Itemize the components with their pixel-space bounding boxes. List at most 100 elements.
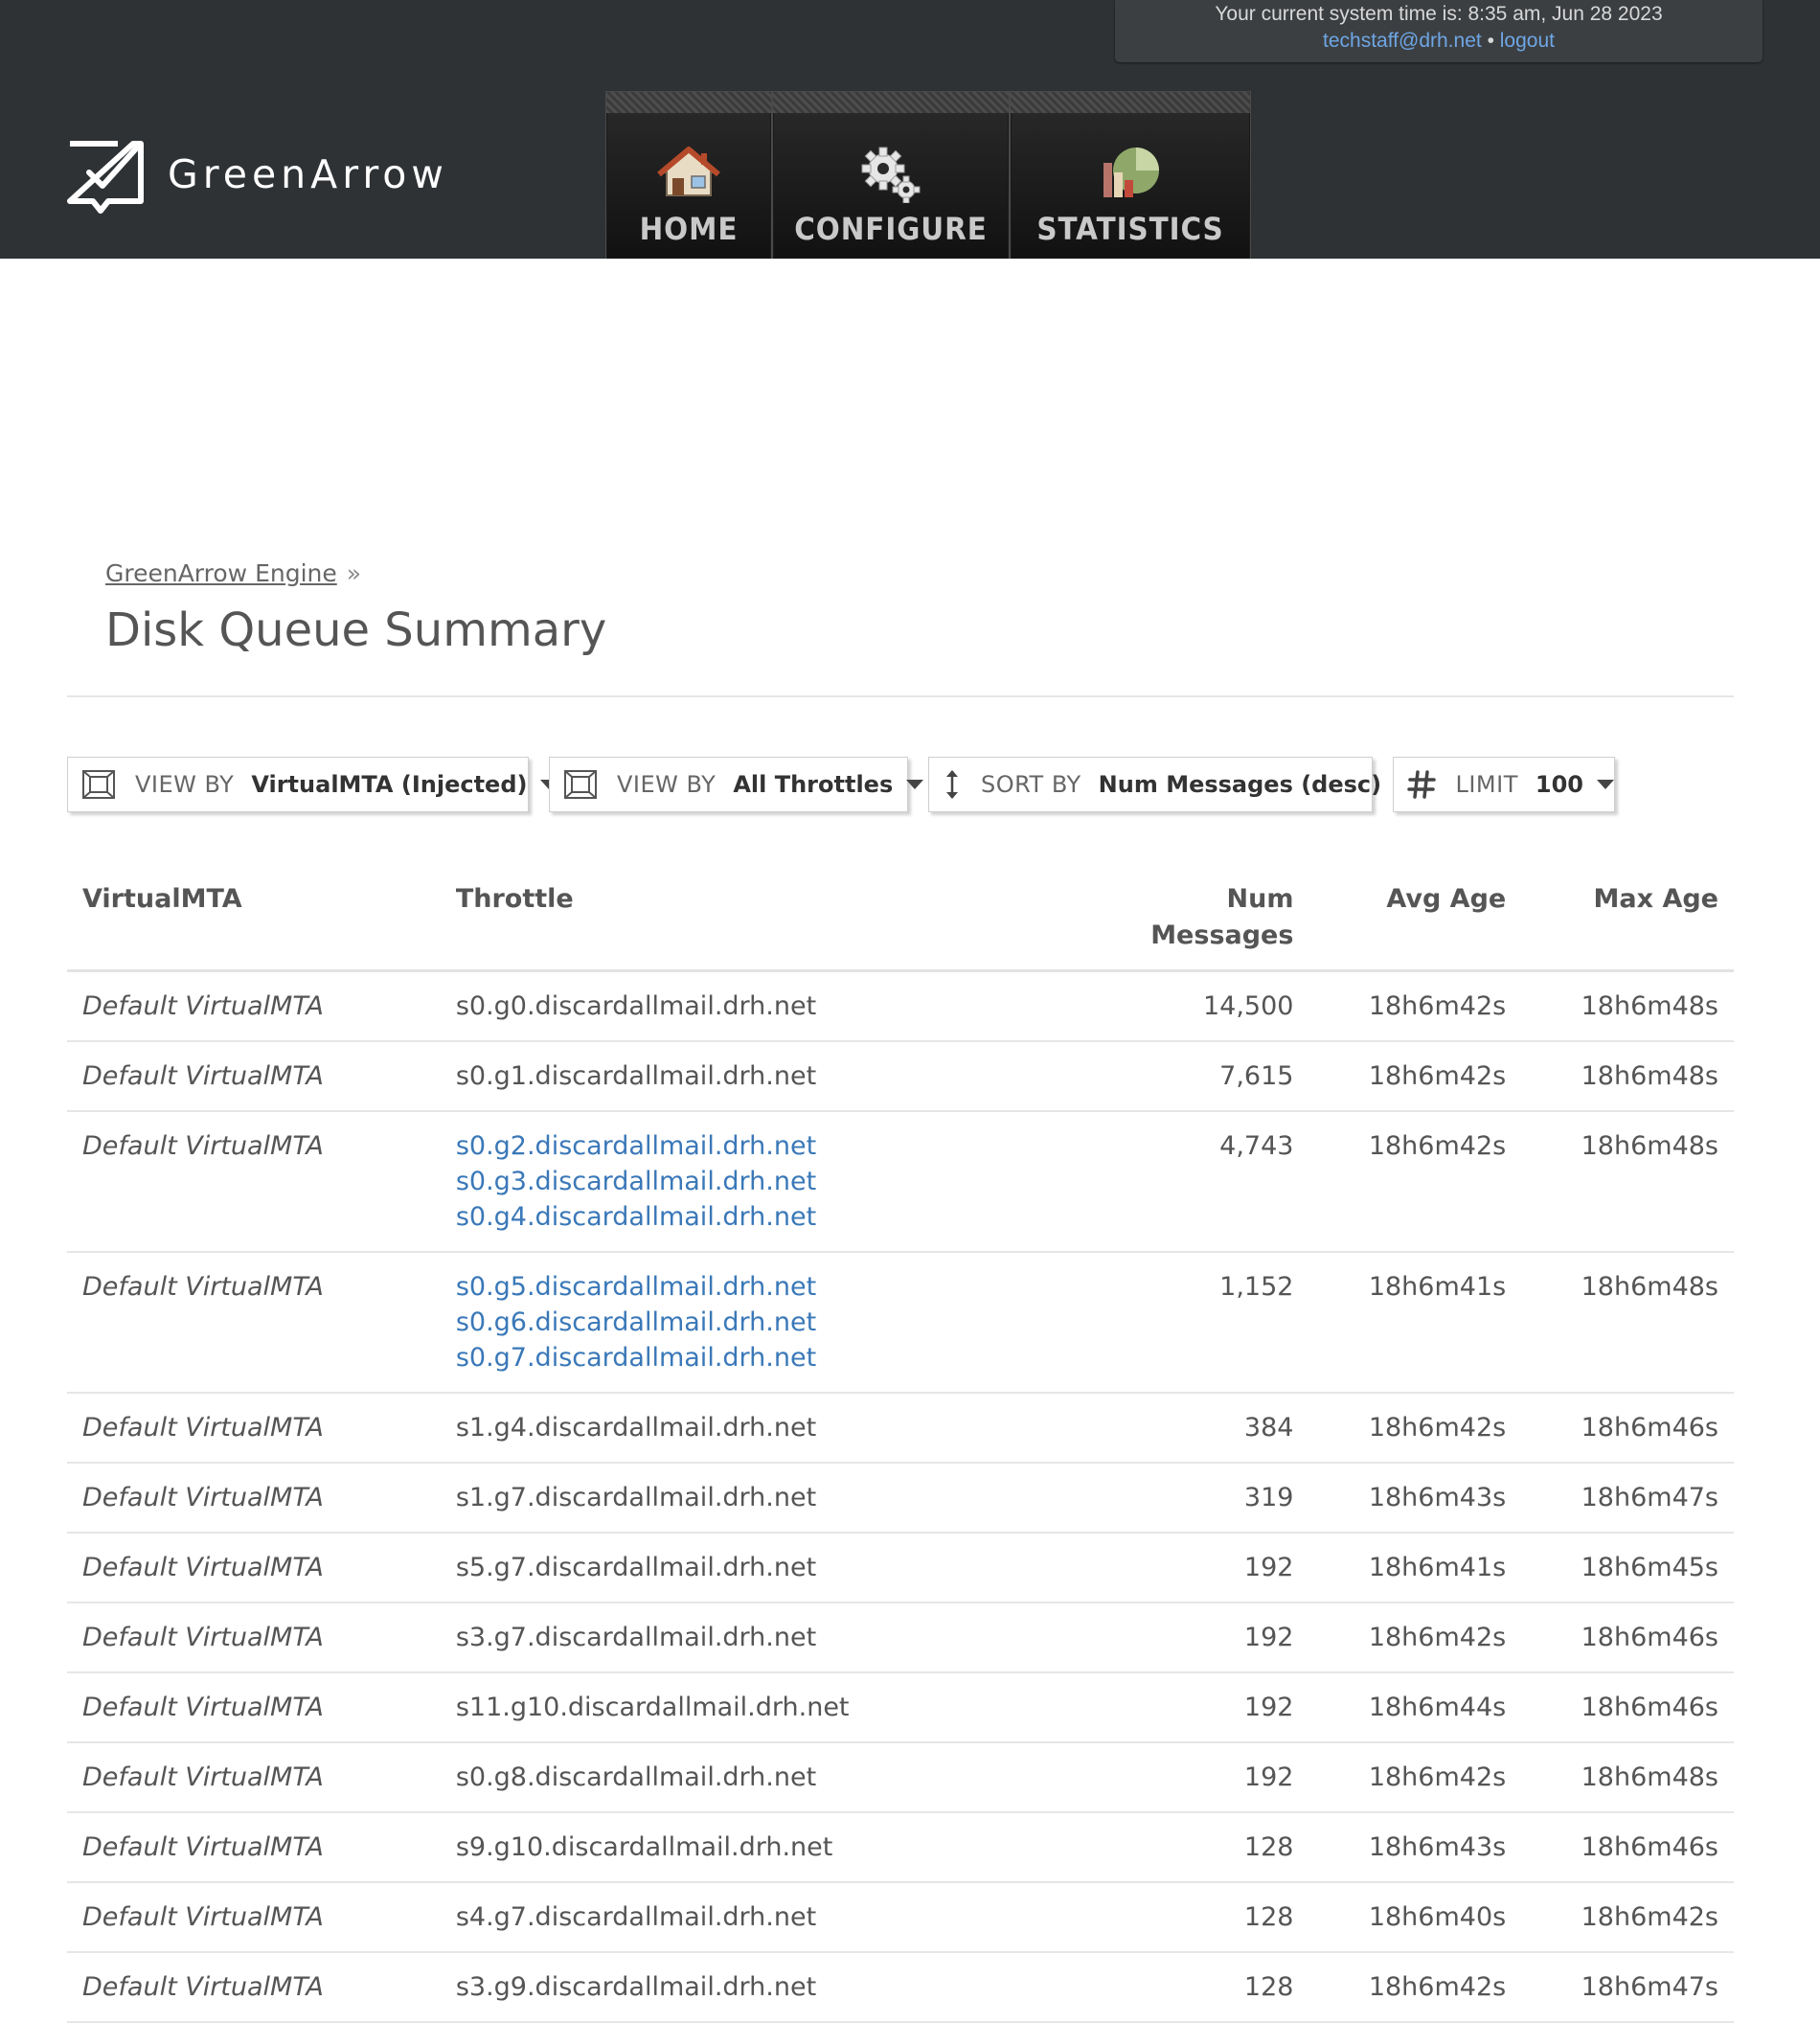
system-time-text: Your current system time is: 8:35 am, Ju… bbox=[1215, 3, 1663, 25]
table-row: Default VirtualMTA s5.g7.discardallmail.d… bbox=[67, 1533, 1734, 1603]
cell-avg-age: 18h6m42s bbox=[1308, 1742, 1522, 1813]
nav-home-label: HOME bbox=[639, 211, 739, 247]
cell-throttle: s3.g9.discardallmail.drh.net bbox=[440, 1952, 1107, 2023]
table-row: Default VirtualMTA s4.g7.discardallmail.d… bbox=[67, 1882, 1734, 1953]
cell-virtualmta: Default VirtualMTA bbox=[67, 1252, 441, 1394]
header-num-line2: Messages bbox=[1150, 921, 1294, 950]
throttle-link[interactable]: s0.g6.discardallmail.drh.net bbox=[456, 1305, 1092, 1340]
cell-avg-age: 18h6m42s bbox=[1308, 1602, 1522, 1673]
cell-throttle: s0.g5.discardallmail.drh.net s0.g6.discar… bbox=[440, 1252, 1107, 1394]
view-by-vmta-value: VirtualMTA (Injected) bbox=[251, 771, 528, 798]
cell-num-messages: 128 bbox=[1106, 1882, 1309, 1953]
header-max-age[interactable]: Max Age bbox=[1521, 870, 1734, 972]
throttle-text: s0.g0.discardallmail.drh.net bbox=[455, 991, 817, 1021]
header-avg-age[interactable]: Avg Age bbox=[1308, 870, 1522, 972]
table-row: Default VirtualMTA s3.g7.discardallmail.d… bbox=[67, 1602, 1734, 1673]
logout-link[interactable]: logout bbox=[1500, 30, 1555, 52]
throttle-text: s5.g7.discardallmail.drh.net bbox=[455, 1553, 817, 1582]
table-header-row: VirtualMTA Throttle Num Messages Avg Age … bbox=[67, 870, 1734, 972]
gears-icon bbox=[861, 147, 921, 203]
cell-virtualmta: Default VirtualMTA bbox=[67, 1882, 441, 1953]
sort-by-value: Num Messages (desc) bbox=[1098, 771, 1382, 798]
nav-configure-button[interactable]: CONFIGURE bbox=[772, 91, 1010, 259]
cell-num-messages: 192 bbox=[1106, 1533, 1309, 1603]
cell-num-messages: 384 bbox=[1106, 1393, 1309, 1464]
cell-avg-age: 18h6m42s bbox=[1308, 970, 1522, 1042]
sort-by-dropdown[interactable]: SORT BY Num Messages (desc) bbox=[928, 757, 1413, 812]
cell-num-messages: 4,743 bbox=[1106, 1111, 1309, 1253]
cell-avg-age: 18h6m42s bbox=[1308, 1393, 1522, 1464]
logo-checkmark-icon bbox=[67, 141, 144, 214]
chevron-down-icon bbox=[906, 780, 924, 789]
cell-max-age: 18h6m46s bbox=[1521, 1812, 1734, 1883]
breadcrumb: GreenArrow Engine » bbox=[105, 559, 361, 587]
title-divider bbox=[67, 695, 1734, 697]
table-row: Default VirtualMTA s0.g8.discardallmail.d… bbox=[67, 1742, 1734, 1813]
cell-max-age: 18h6m48s bbox=[1521, 1742, 1734, 1813]
cell-virtualmta: Default VirtualMTA bbox=[67, 1602, 441, 1673]
breadcrumb-separator: » bbox=[346, 559, 362, 587]
cell-throttle: s5.g7.discardallmail.drh.net bbox=[440, 1533, 1107, 1603]
house-icon bbox=[657, 147, 720, 196]
cell-avg-age: 18h6m43s bbox=[1308, 1812, 1522, 1883]
view-by-label: VIEW BY bbox=[617, 771, 717, 798]
cell-throttle: s4.g7.discardallmail.drh.net bbox=[440, 1882, 1107, 1953]
cell-max-age: 18h6m46s bbox=[1521, 1672, 1734, 1743]
cell-virtualmta: Default VirtualMTA bbox=[67, 1111, 441, 1253]
cell-num-messages: 1,152 bbox=[1106, 1252, 1309, 1394]
throttle-text: s3.g7.discardallmail.drh.net bbox=[455, 1623, 817, 1652]
cell-max-age: 18h6m47s bbox=[1521, 1952, 1734, 2023]
breadcrumb-greenarrow-engine[interactable]: GreenArrow Engine bbox=[105, 559, 337, 587]
logo-text: GreenArrow bbox=[168, 151, 448, 197]
throttle-text: s0.g8.discardallmail.drh.net bbox=[455, 1762, 817, 1792]
limit-dropdown[interactable]: LIMIT 100 bbox=[1393, 757, 1615, 812]
header-throttle[interactable]: Throttle bbox=[440, 870, 1107, 972]
cell-num-messages: 7,615 bbox=[1106, 1041, 1309, 1112]
cell-max-age: 18h6m45s bbox=[1521, 1533, 1734, 1603]
user-links-separator: • bbox=[1487, 30, 1494, 52]
throttle-link[interactable]: s0.g2.discardallmail.drh.net bbox=[456, 1128, 1092, 1164]
cell-virtualmta: Default VirtualMTA bbox=[67, 1393, 441, 1464]
system-time-panel: Your current system time is: 8:35 am, Ju… bbox=[1115, 0, 1763, 62]
cell-avg-age: 18h6m41s bbox=[1308, 1252, 1522, 1394]
nav-statistics-label: STATISTICS bbox=[1036, 211, 1224, 247]
throttle-link[interactable]: s0.g3.discardallmail.drh.net bbox=[456, 1164, 1092, 1199]
header-virtualmta[interactable]: VirtualMTA bbox=[67, 870, 441, 972]
top-header: Your current system time is: 8:35 am, Ju… bbox=[0, 0, 1820, 259]
cell-virtualmta: Default VirtualMTA bbox=[67, 1463, 441, 1534]
cell-virtualmta: Default VirtualMTA bbox=[67, 970, 441, 1042]
throttle-text: s4.g7.discardallmail.drh.net bbox=[455, 1902, 817, 1932]
cell-num-messages: 192 bbox=[1106, 1742, 1309, 1813]
cell-avg-age: 18h6m42s bbox=[1308, 1111, 1522, 1253]
throttle-link[interactable]: s0.g4.discardallmail.drh.net bbox=[456, 1199, 1092, 1235]
nav-statistics-button[interactable]: STATISTICS bbox=[1010, 91, 1251, 259]
nav-home-button[interactable]: HOME bbox=[605, 91, 772, 259]
cell-avg-age: 18h6m42s bbox=[1308, 1041, 1522, 1112]
throttle-text: s1.g7.discardallmail.drh.net bbox=[455, 1483, 817, 1512]
cell-avg-age: 18h6m42s bbox=[1308, 1952, 1522, 2023]
cell-num-messages: 128 bbox=[1106, 1812, 1309, 1883]
chevron-down-icon bbox=[1597, 780, 1614, 789]
throttle-link[interactable]: s0.g7.discardallmail.drh.net bbox=[456, 1340, 1092, 1375]
table-body: Default VirtualMTA s0.g0.discardallmail.d… bbox=[67, 970, 1734, 2023]
hash-icon bbox=[1407, 769, 1436, 800]
chart-icon bbox=[1103, 148, 1159, 197]
header-num-messages[interactable]: Num Messages bbox=[1106, 870, 1309, 972]
cell-max-age: 18h6m47s bbox=[1521, 1463, 1734, 1534]
table-row: Default VirtualMTA s0.g0.discardallmail.d… bbox=[67, 970, 1734, 1042]
table-row: Default VirtualMTA s11.g10.discardallmail… bbox=[67, 1672, 1734, 1743]
view-by-throttle-dropdown[interactable]: VIEW BY All Throttles bbox=[549, 757, 924, 812]
cell-virtualmta: Default VirtualMTA bbox=[67, 1041, 441, 1112]
throttle-link[interactable]: s0.g5.discardallmail.drh.net bbox=[456, 1269, 1092, 1305]
cell-throttle: s1.g7.discardallmail.drh.net bbox=[440, 1463, 1107, 1534]
table-row: Default VirtualMTA s0.g5.discardallmail.d… bbox=[67, 1252, 1734, 1394]
cell-throttle: s11.g10.discardallmail.drh.net bbox=[440, 1672, 1107, 1743]
cell-num-messages: 192 bbox=[1106, 1672, 1309, 1743]
table-row: Default VirtualMTA s9.g10.discardallmail.… bbox=[67, 1812, 1734, 1883]
cell-throttle: s0.g0.discardallmail.drh.net bbox=[440, 970, 1107, 1042]
throttle-text: s0.g1.discardallmail.drh.net bbox=[455, 1061, 817, 1091]
cell-throttle: s0.g2.discardallmail.drh.net s0.g3.discar… bbox=[440, 1111, 1107, 1253]
greenarrow-logo[interactable]: GreenArrow bbox=[66, 140, 448, 215]
user-email-link[interactable]: techstaff@drh.net bbox=[1323, 30, 1482, 52]
view-by-vmta-dropdown[interactable]: VIEW BY VirtualMTA (Injected) bbox=[67, 757, 558, 812]
